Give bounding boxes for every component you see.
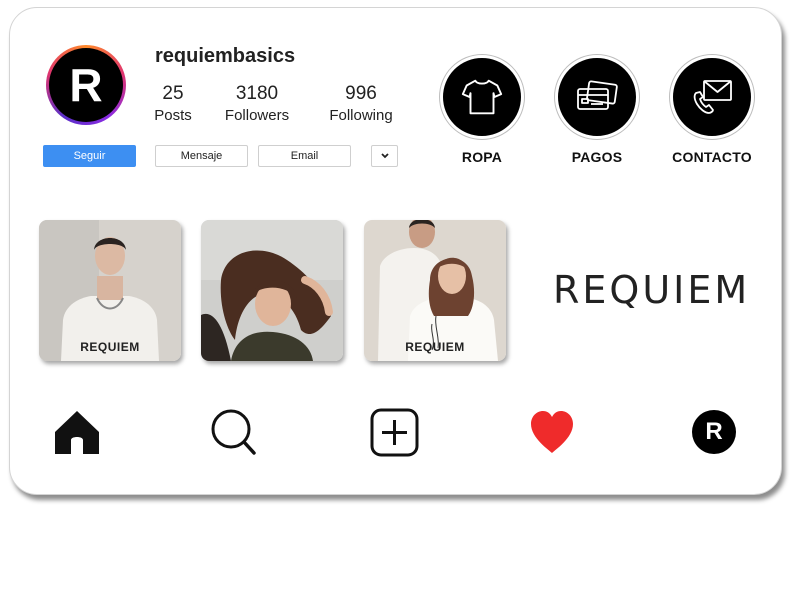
phone-mail-icon: [693, 80, 732, 114]
stat-posts-value: 25: [162, 83, 184, 104]
home-icon[interactable]: [53, 408, 101, 456]
follow-button[interactable]: Seguir: [43, 145, 136, 167]
highlight-ropa-label: ROPA: [461, 149, 503, 165]
heart-icon[interactable]: [529, 410, 575, 454]
message-button[interactable]: Mensaje: [155, 145, 248, 167]
highlight-pagos[interactable]: PAGOS: [555, 55, 639, 165]
post-1[interactable]: REQUIEM: [39, 220, 181, 361]
highlight-contacto-label: CONTACTO: [672, 149, 752, 165]
highlight-contacto-circle: [670, 55, 754, 139]
stat-following-label: Following: [329, 107, 393, 124]
highlight-pagos-label: PAGOS: [571, 149, 623, 165]
profile-avatar[interactable]: R: [46, 45, 126, 125]
profile-avatar-icon[interactable]: R: [692, 410, 736, 454]
username: requiembasics: [155, 45, 296, 67]
stat-followers[interactable]: 3180 Followers: [220, 83, 294, 127]
highlight-pagos-circle: [555, 55, 639, 139]
tshirt-icon: [461, 79, 503, 115]
stat-followers-value: 3180: [235, 83, 279, 104]
post-3[interactable]: REQUIEM: [364, 220, 506, 361]
highlight-ropa[interactable]: ROPA: [440, 55, 524, 165]
more-options-button[interactable]: [371, 145, 398, 167]
chevron-down-icon: [380, 153, 389, 159]
stat-followers-label: Followers: [224, 107, 290, 124]
email-button[interactable]: Email: [258, 145, 351, 167]
search-icon[interactable]: [210, 408, 258, 456]
post-2[interactable]: [201, 220, 343, 361]
credit-cards-icon: [577, 80, 618, 110]
highlight-contacto[interactable]: CONTACTO: [670, 55, 754, 165]
stat-following[interactable]: 996 Following: [324, 83, 398, 127]
brand-wordmark: REQUIEM: [553, 268, 751, 312]
add-post-icon[interactable]: [370, 408, 419, 457]
stat-posts[interactable]: 25 Posts: [150, 83, 196, 127]
stat-posts-label: Posts: [154, 107, 192, 124]
stat-following-value: 996: [345, 83, 377, 104]
avatar-letter: R: [49, 48, 123, 122]
highlight-ropa-circle: [440, 55, 524, 139]
post-2-photo: [201, 220, 343, 361]
post-3-caption: REQUIEM: [405, 340, 465, 354]
post-1-caption: REQUIEM: [80, 340, 140, 354]
